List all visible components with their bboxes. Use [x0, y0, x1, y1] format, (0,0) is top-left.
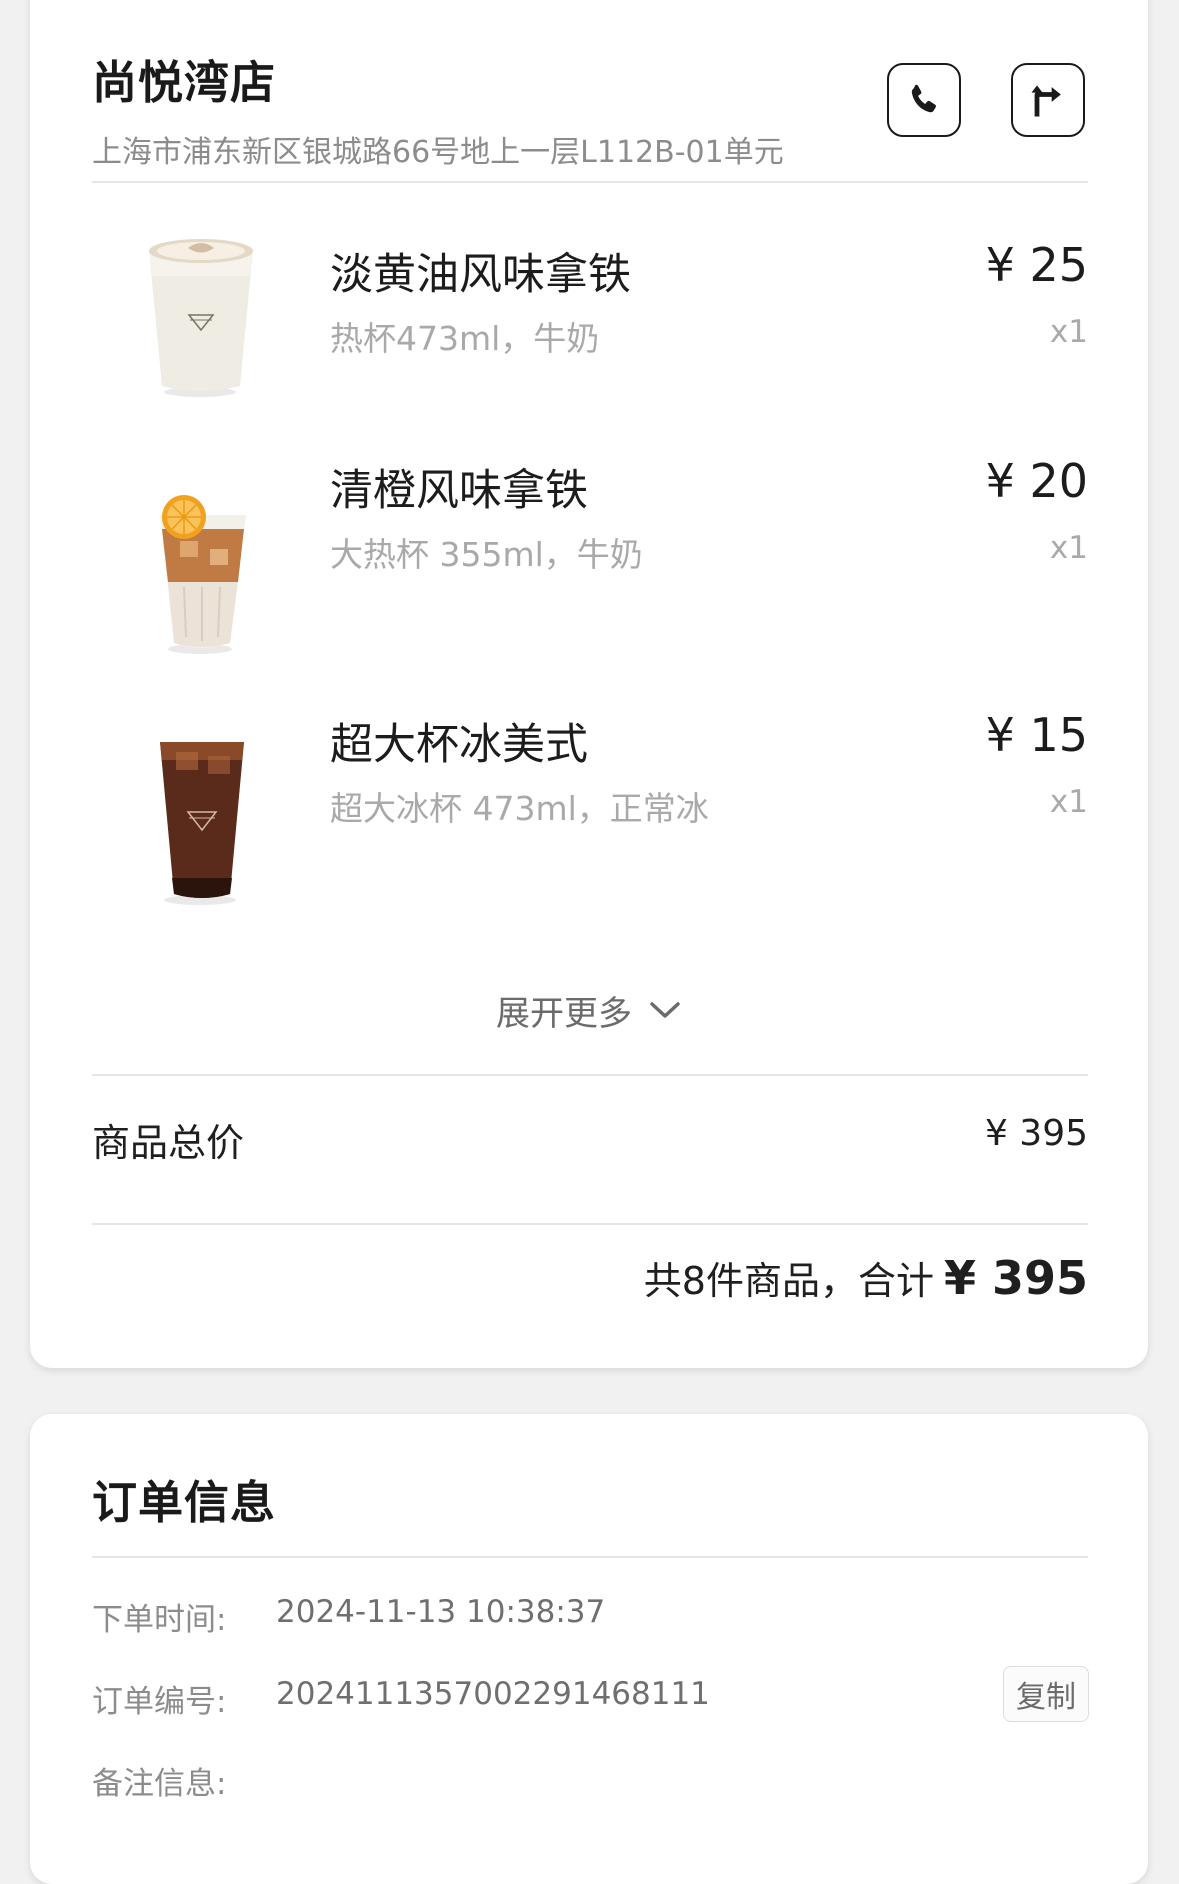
product-spec: 大热杯 355ml，牛奶	[330, 535, 643, 574]
order-number-value: 20241113570022914681​11	[276, 1676, 710, 1712]
store-name: 尚悦湾店	[92, 56, 277, 109]
store-order-card: 尚悦湾店 上海市浦东新区银城路66号地上一层L112B-01单元 淡黄油风味拿铁…	[30, 0, 1148, 1368]
product-name: 超大杯冰美式	[330, 720, 588, 770]
product-name: 淡黄油风味拿铁	[330, 250, 631, 300]
total-amount: ¥ 395	[943, 1251, 1088, 1305]
product-spec: 超大冰杯 473ml，正常冰	[330, 789, 709, 828]
product-quantity: x1	[1049, 784, 1088, 820]
product-price: ¥ 15	[985, 708, 1088, 762]
product-image-orange-latte	[92, 477, 272, 657]
phone-icon	[911, 84, 936, 113]
divider	[92, 1074, 1088, 1076]
expand-more-button[interactable]: 展开更多	[30, 985, 1148, 1035]
product-spec: 热杯473ml，牛奶	[330, 319, 600, 358]
product-image-butter-latte	[92, 220, 272, 400]
call-store-button[interactable]	[887, 63, 961, 137]
order-info-title: 订单信息	[92, 1476, 277, 1529]
subtotal-value: ¥ 395	[984, 1113, 1088, 1154]
product-quantity: x1	[1049, 314, 1088, 350]
navigation-icon	[1031, 85, 1061, 117]
order-number-label: 订单编号:	[92, 1684, 227, 1720]
product-name: 清橙风味拿铁	[330, 466, 588, 516]
total-prefix: 共8件商品，合计	[643, 1259, 934, 1303]
copy-order-number-button[interactable]: 复制	[1003, 1666, 1089, 1722]
navigate-button[interactable]	[1011, 63, 1085, 137]
order-time-label: 下单时间:	[92, 1602, 227, 1638]
divider	[92, 1223, 1088, 1225]
expand-more-label: 展开更多	[496, 993, 632, 1034]
divider	[92, 1556, 1088, 1558]
order-total: 共8件商品，合计 ¥ 395	[644, 1250, 1088, 1305]
chevron-down-icon	[650, 1002, 680, 1018]
order-info-card: 订单信息 下单时间: 2024-11-13 10:38:37 订单编号: 202…	[30, 1414, 1148, 1884]
product-price: ¥ 25	[985, 238, 1088, 292]
divider	[92, 181, 1088, 183]
store-address: 上海市浦东新区银城路66号地上一层L112B-01单元	[92, 135, 784, 170]
product-price: ¥ 20	[985, 454, 1088, 508]
subtotal-label: 商品总价	[92, 1121, 245, 1165]
product-quantity: x1	[1049, 530, 1088, 566]
order-time-value: 2024-11-13 10:38:37	[276, 1594, 606, 1630]
product-image-iced-americano	[92, 728, 272, 908]
order-note-label: 备注信息:	[92, 1766, 227, 1802]
